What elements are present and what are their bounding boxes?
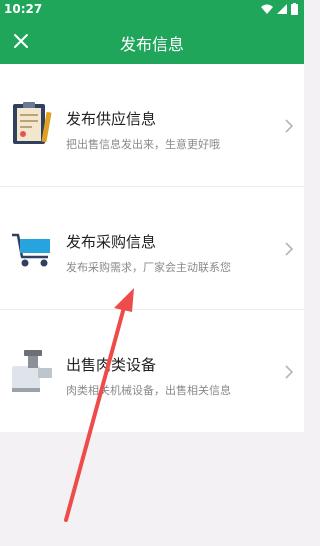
chevron-right-icon <box>285 242 294 256</box>
clipboard-notes-icon <box>13 102 52 144</box>
item-title: 出售肉类设备 <box>66 356 157 374</box>
list-item-sell-meat-equipment[interactable]: 出售肉类设备 肉类相关机械设备，出售相关信息 <box>0 310 304 432</box>
status-time: 10:27 <box>4 2 43 16</box>
app-bar: 发布信息 <box>0 20 304 64</box>
battery-icon <box>291 3 298 15</box>
wifi-icon <box>261 4 273 14</box>
item-subtitle: 把出售信息发出来，生意更好哦 <box>66 138 220 151</box>
page-title: 发布信息 <box>119 35 184 54</box>
status-icons <box>261 3 298 15</box>
item-subtitle: 发布采购需求，厂家会主动联系您 <box>66 261 231 274</box>
item-subtitle: 肉类相关机械设备，出售相关信息 <box>66 384 231 397</box>
list-item-publish-purchase[interactable]: 发布采购信息 发布采购需求，厂家会主动联系您 <box>0 187 304 310</box>
signal-icon <box>277 4 287 14</box>
option-list: 发布供应信息 把出售信息发出来，生意更好哦 发布采购信息 发布采购需求，厂家会主… <box>0 64 304 432</box>
chevron-right-icon <box>285 365 294 379</box>
chevron-right-icon <box>285 119 294 133</box>
list-item-publish-supply[interactable]: 发布供应信息 把出售信息发出来，生意更好哦 <box>0 64 304 187</box>
item-title: 发布采购信息 <box>66 233 157 251</box>
status-bar: 10:27 <box>0 0 304 20</box>
shopping-cart-icon <box>12 233 50 267</box>
item-title: 发布供应信息 <box>66 110 157 128</box>
meat-grinder-icon <box>12 350 52 392</box>
